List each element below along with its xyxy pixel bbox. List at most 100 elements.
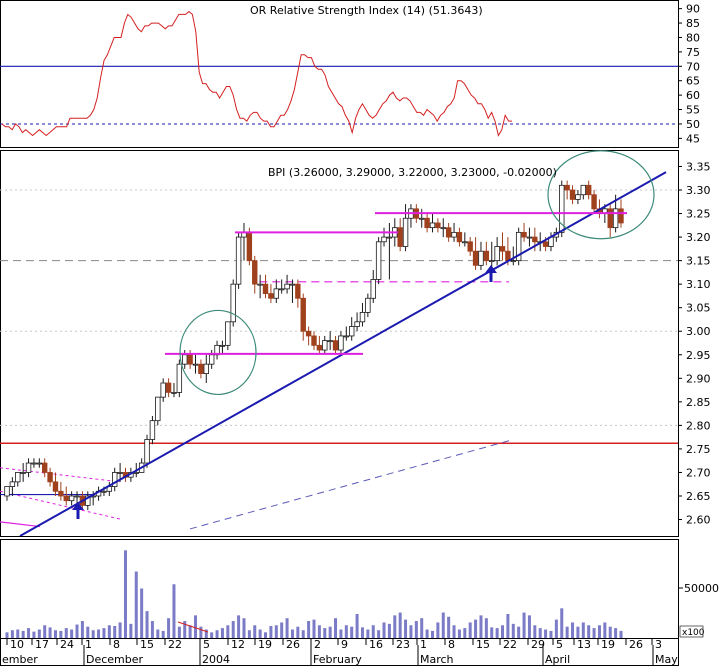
volume-bar: [522, 612, 526, 638]
price-tick-label: 3.05: [686, 302, 711, 315]
x-day-label: 9: [341, 638, 348, 651]
x-day-label: 13: [577, 638, 591, 651]
candle-body: [332, 340, 339, 351]
volume-bar: [565, 626, 569, 638]
candle-body: [618, 208, 624, 224]
volume-bar: [350, 626, 354, 638]
candle-body: [219, 344, 226, 347]
volume-bar: [495, 628, 499, 638]
candle-body: [295, 283, 301, 299]
stock-chart: OR Relative Strength Index (14) (51.3643…: [0, 0, 719, 666]
volume-bar: [258, 629, 262, 638]
volume-bar: [355, 613, 359, 638]
x-day-label: 2: [314, 638, 321, 651]
volume-bar: [150, 621, 154, 638]
volume-bar: [501, 625, 505, 638]
x-day-label: 3: [655, 638, 662, 651]
volume-bar: [226, 625, 230, 638]
volume-bar: [194, 615, 198, 638]
candle-body: [278, 288, 285, 291]
volume-bar: [420, 618, 424, 638]
candle-body: [365, 297, 371, 313]
candle-body: [607, 208, 613, 229]
candle-body: [36, 462, 43, 465]
candle-body: [4, 486, 10, 497]
rsi-axis: 908580 7570 6560 555045: [678, 3, 700, 145]
volume-bar: [107, 625, 111, 638]
volume-bar: [608, 626, 612, 638]
price-tick-label: 2.65: [686, 490, 711, 503]
volume-bar: [123, 550, 127, 638]
candle-body: [300, 297, 306, 332]
price-tick-label: 2.80: [686, 419, 711, 432]
rsi-title: OR Relative Strength Index (14) (51.3643…: [250, 4, 483, 17]
candle-body: [176, 363, 183, 393]
candle-body: [101, 490, 107, 493]
volume-bar: [334, 618, 338, 638]
x-day-label: 22: [503, 638, 517, 651]
volume-bar: [597, 625, 601, 638]
volume-bar: [592, 628, 596, 638]
price-tick-label: 3.20: [686, 231, 711, 244]
candle-body: [192, 363, 199, 366]
candle-body: [456, 231, 463, 243]
volume-bar: [344, 625, 348, 638]
x-day-label: 26: [286, 638, 300, 651]
volume-bar: [21, 630, 25, 638]
candle-body: [429, 222, 436, 229]
candle-body: [203, 363, 209, 374]
volume-bar: [490, 627, 494, 638]
candle-body: [327, 340, 333, 343]
price-tick-label: 3.25: [686, 208, 711, 221]
volume-bar: [97, 629, 101, 638]
volume-bar: [280, 622, 284, 638]
price-axis: 3.35 3.30 3.25 3.20 3.15 3.10 3.05 3.00 2.95 2.90…: [678, 160, 711, 527]
volume-bar: [80, 621, 84, 638]
candle-body: [311, 335, 317, 346]
volume-bar: [296, 626, 300, 638]
x-day-label: 16: [369, 638, 383, 651]
volume-bar: [377, 630, 381, 638]
volume-bar: [27, 628, 31, 638]
candle-body: [467, 241, 473, 252]
volume-bar: [253, 625, 257, 638]
volume-bar: [474, 619, 478, 638]
x-month-label: December: [86, 653, 144, 666]
volume-bar: [215, 630, 219, 638]
volume-bar: [53, 630, 57, 638]
rsi-tick-label: 55: [686, 104, 700, 117]
volume-bar: [307, 621, 311, 638]
volume-bar: [10, 630, 14, 638]
volume-bar: [614, 628, 618, 638]
candle-body: [198, 363, 204, 374]
candle-body: [225, 321, 231, 346]
volume-bar: [549, 630, 553, 638]
x-day-label: 19: [258, 638, 272, 651]
volume-panel: [0, 539, 679, 639]
rsi-tick-label: 90: [686, 3, 700, 16]
volume-bar: [290, 629, 294, 638]
candle-body: [252, 260, 258, 285]
volume-bar: [113, 625, 117, 638]
volume-bar: [37, 629, 41, 638]
x-day-label: 5: [556, 638, 563, 651]
rsi-tick-label: 65: [686, 75, 700, 88]
volume-bar: [70, 629, 74, 638]
price-tick-label: 2.85: [686, 396, 711, 409]
candle-body: [435, 222, 441, 229]
volume-bar: [581, 622, 585, 638]
volume-bar: [441, 612, 445, 638]
x-day-label: 15: [140, 638, 154, 651]
x-day-label: 17: [35, 638, 49, 651]
volume-bar: [323, 628, 327, 638]
volume-bar: [5, 632, 9, 638]
price-tick-label: 2.90: [686, 372, 711, 385]
candle-body: [182, 354, 188, 365]
volume-bar: [517, 626, 521, 638]
candle-body: [451, 231, 457, 238]
volume-bar: [484, 618, 488, 638]
volume-bar: [339, 629, 343, 638]
x-day-label: 1: [420, 638, 427, 651]
volume-bar: [118, 622, 122, 638]
price-tick-label: 3.10: [686, 278, 711, 291]
